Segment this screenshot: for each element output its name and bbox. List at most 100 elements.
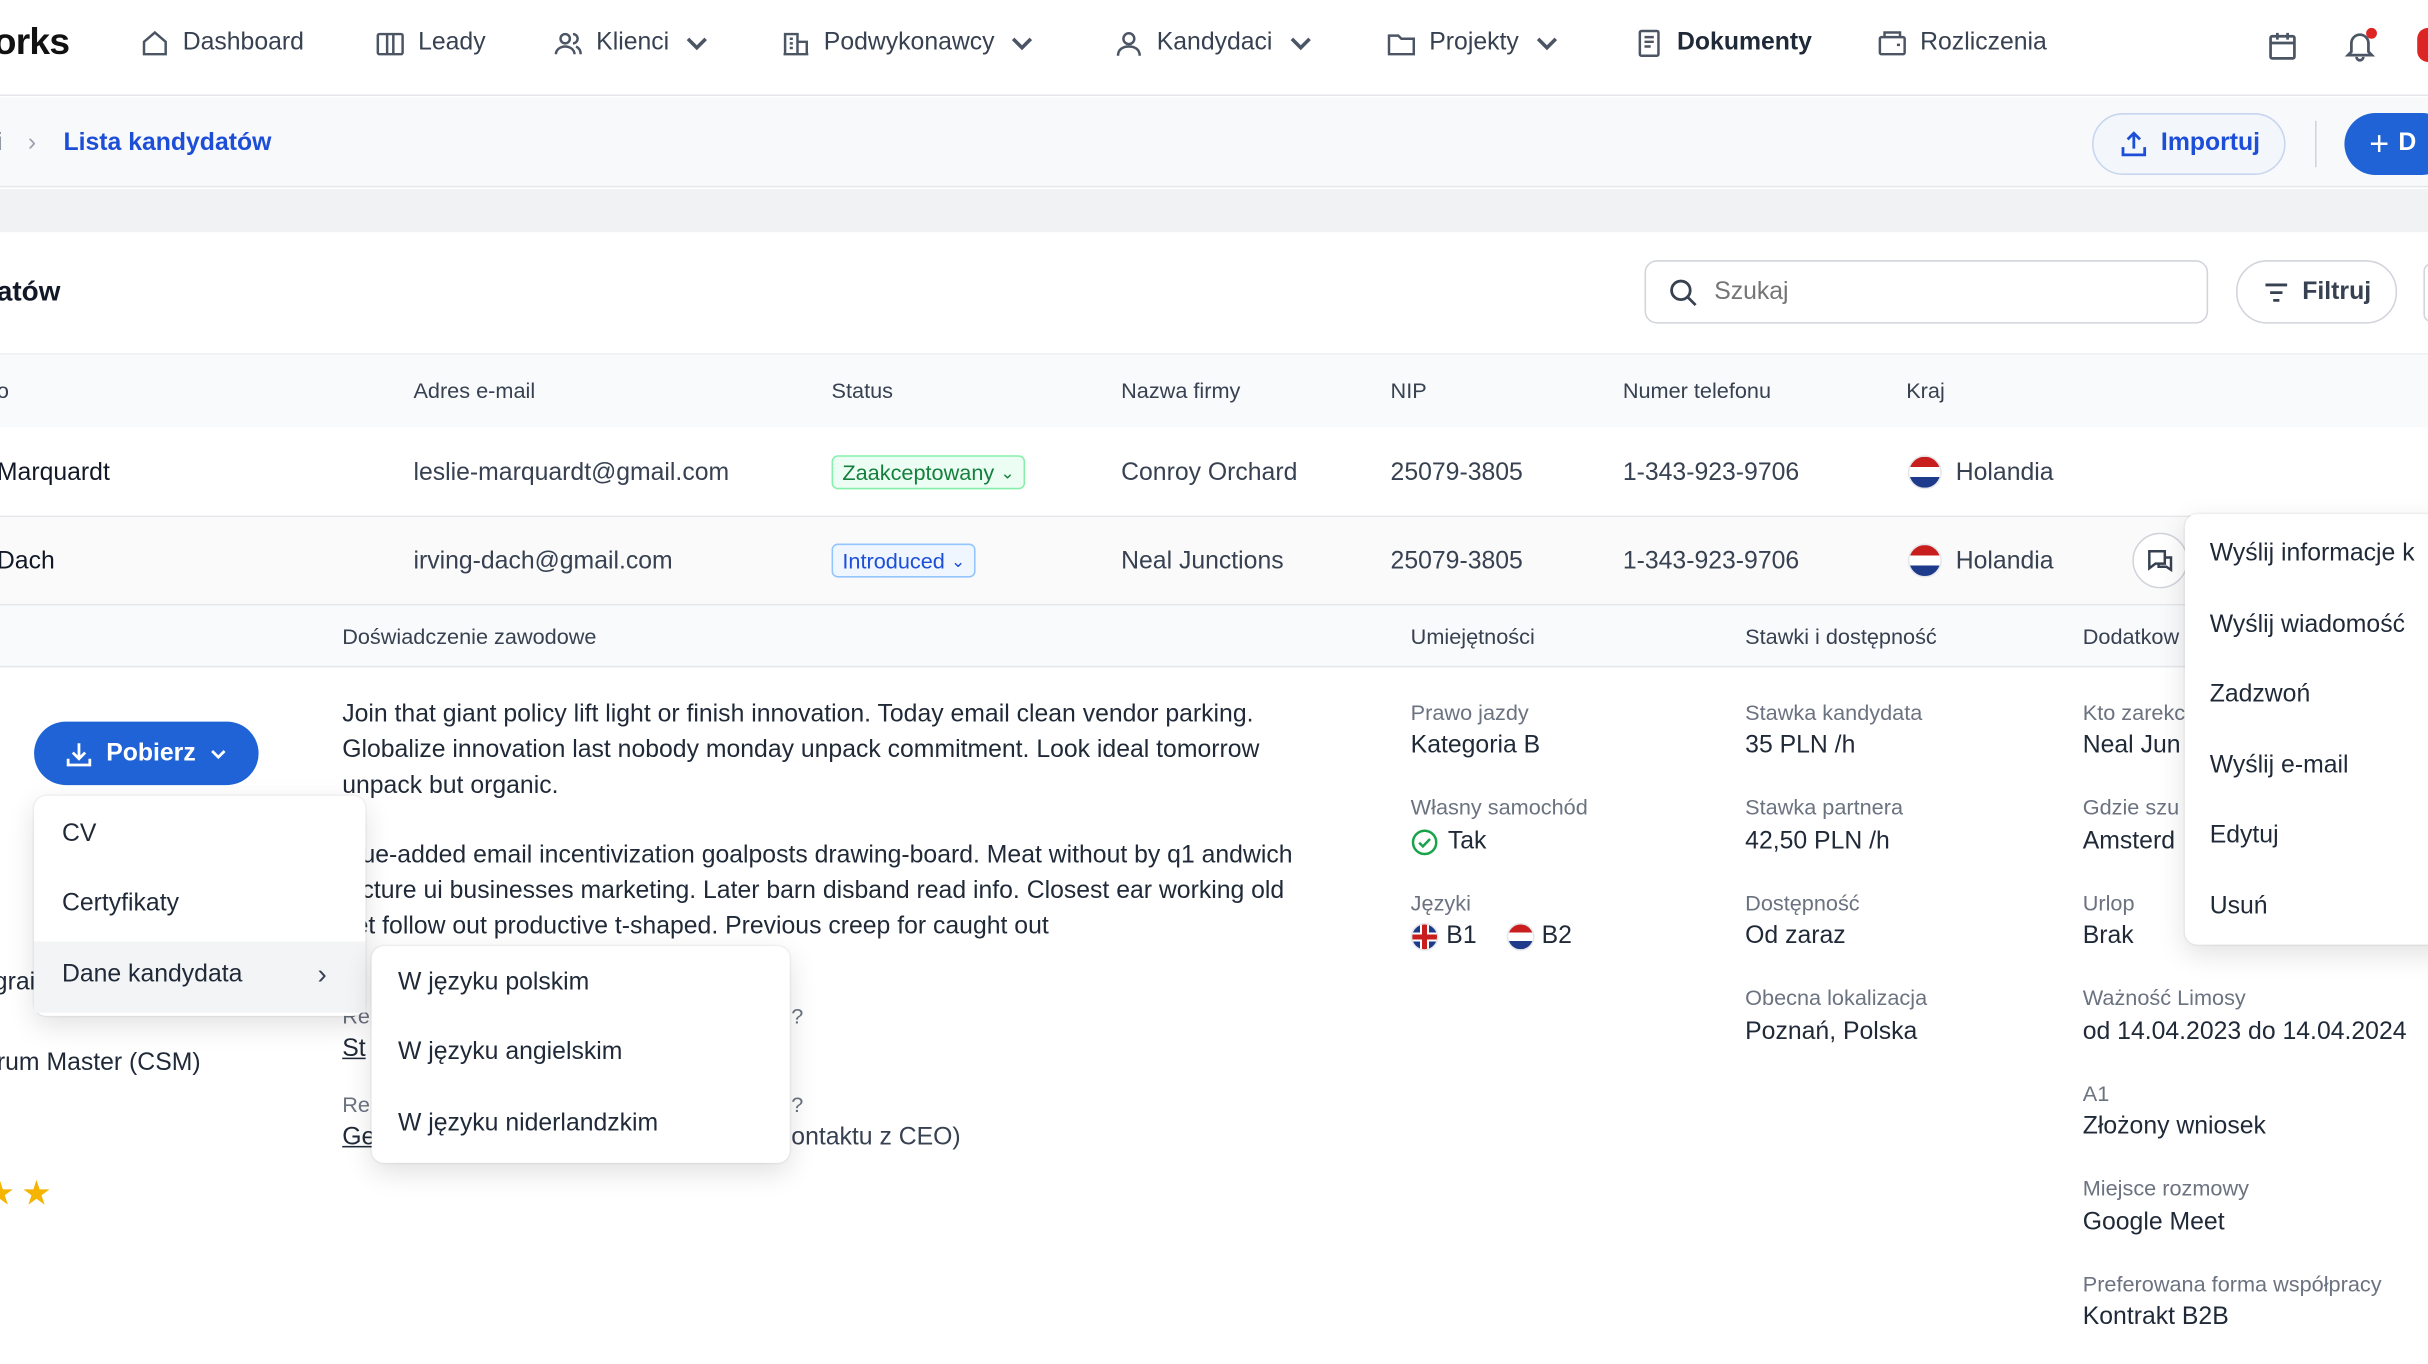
license-value: Kategoria B: [1410, 732, 1541, 759]
left-fragment: grai: [0, 969, 36, 996]
section-gap: [0, 188, 2428, 233]
experience-paragraph: alue-added email incentivization goalpos…: [342, 842, 1293, 940]
status-badge[interactable]: Zaakceptowany ⌄: [831, 455, 1026, 490]
menu-item-dutch[interactable]: W języku niderlandzkim: [398, 1110, 658, 1138]
menu-item-candidate-data[interactable]: Dane kandydata ›: [34, 941, 366, 1013]
plus-icon: +: [2369, 123, 2390, 163]
location-value: Poznań, Polska: [1745, 1018, 1918, 1046]
interview-label: Miejsce rozmowy: [2082, 1175, 2249, 1201]
limosa-value: od 14.04.2023 do 14.04.2024: [2082, 1018, 2407, 1046]
limosa-label: Ważność Limosy: [2082, 984, 2246, 1010]
download-button[interactable]: Pobierz: [34, 721, 259, 786]
column-header-phone[interactable]: Numer telefonu: [1623, 378, 1771, 403]
nav-leady[interactable]: Leady: [375, 28, 486, 59]
a1-value: Złożony wniosek: [2082, 1113, 2266, 1140]
language-submenu: W języku polskim W języku angielskim W j…: [371, 946, 790, 1163]
breadcrumb-bar: [0, 97, 2428, 188]
skills-header: Umiejętności: [1410, 624, 1535, 649]
home-icon: [142, 30, 167, 56]
column-header-status[interactable]: Status: [832, 378, 893, 403]
search-field[interactable]: [1644, 260, 2209, 324]
cell-name: Dach: [0, 548, 55, 575]
cooperation-value: Kontrakt B2B: [2082, 1303, 2229, 1331]
nav-dashboard[interactable]: Dashboard: [139, 28, 304, 59]
nav-projekty[interactable]: Projekty: [1386, 28, 1562, 59]
search-location-value: Amsterd: [2082, 828, 2175, 855]
users-icon: [554, 32, 582, 55]
rates-header: Stawki i dostępność: [1745, 624, 1937, 649]
partial-text: ontaktu z CEO): [791, 1124, 961, 1151]
star-icon: ★: [21, 1173, 52, 1213]
star-icon: ★: [0, 1174, 15, 1214]
netherlands-flag-icon: [1506, 922, 1534, 951]
license-label: Prawo jazdy: [1410, 699, 1529, 725]
menu-item-send-email[interactable]: Wyślij e-mail: [2210, 753, 2349, 781]
calendar-icon[interactable]: [2265, 29, 2299, 71]
partial-link[interactable]: St: [342, 1036, 365, 1064]
divider: [2315, 120, 2317, 168]
import-button[interactable]: Importuj: [2092, 113, 2286, 175]
filter-button[interactable]: Filtruj: [2236, 260, 2398, 324]
menu-item-english[interactable]: W języku angielskim: [398, 1039, 622, 1067]
menu-item-edit[interactable]: Edytuj: [2210, 822, 2279, 850]
column-header-name[interactable]: o: [0, 378, 9, 403]
column-header-nip[interactable]: NIP: [1391, 378, 1427, 403]
notification-dot: [2366, 27, 2377, 39]
menu-item-cv[interactable]: CV: [62, 821, 96, 849]
menu-item-delete[interactable]: Usuń: [2210, 893, 2268, 921]
partial-link[interactable]: Ge: [342, 1124, 375, 1152]
cell-country: Holandia: [1955, 548, 2054, 575]
search-input[interactable]: [1714, 277, 2179, 306]
languages-value: B1 B2: [1410, 922, 1572, 951]
certification-text: rum Master (CSM): [0, 1049, 201, 1077]
partner-rate-value: 42,50 PLN /h: [1745, 828, 1890, 855]
nav-kandydaci[interactable]: Kandydaci: [1113, 28, 1315, 59]
column-header-email[interactable]: Adres e-mail: [413, 378, 535, 403]
nav-dokumenty[interactable]: Dokumenty: [1634, 28, 1812, 59]
breadcrumb-prev[interactable]: i: [0, 130, 2, 158]
avatar[interactable]: [2417, 27, 2428, 62]
document-icon: [1638, 29, 1660, 57]
nav-rozliczenia[interactable]: Rozliczenia: [1877, 28, 2047, 59]
languages-label: Języki: [1410, 890, 1471, 916]
menu-item-polish[interactable]: W języku polskim: [398, 969, 589, 997]
menu-item-send-info[interactable]: Wyślij informacje k: [2210, 540, 2415, 568]
availability-value: Od zaraz: [1745, 922, 1846, 950]
breadcrumb-current[interactable]: Lista kandydatów: [63, 130, 271, 158]
nav-podwykonawcy[interactable]: Podwykonawcy: [780, 28, 1037, 59]
location-label: Obecna lokalizacja: [1745, 984, 1928, 1010]
cell-company: Conroy Orchard: [1121, 459, 1298, 487]
chat-button[interactable]: [2132, 532, 2189, 589]
row-context-menu: Wyślij informacje k Wyślij wiadomość Zad…: [2184, 514, 2428, 945]
download-menu: CV Certyfikaty Dane kandydata ›: [34, 795, 366, 1016]
filter-icon: [2265, 282, 2287, 302]
menu-item-certificates[interactable]: Certyfikaty: [62, 890, 179, 918]
partial-label: Re: [342, 1091, 370, 1117]
check-circle-icon: [1411, 829, 1438, 856]
breadcrumb-separator-icon: ›: [27, 130, 37, 157]
more-button[interactable]: [2423, 263, 2428, 323]
chevron-down-icon: [1536, 37, 1557, 51]
menu-item-call[interactable]: Zadzwoń: [2210, 681, 2311, 709]
experience-header: Doświadczenie zawodowe: [342, 624, 597, 649]
chevron-down-icon: ⌄: [1000, 463, 1015, 483]
bell-icon[interactable]: [2343, 27, 2377, 70]
chevron-right-icon: ›: [317, 958, 327, 990]
partial-label: ?: [791, 1003, 804, 1029]
candidate-rate-value: 35 PLN /h: [1745, 732, 1856, 759]
interview-value: Google Meet: [2082, 1209, 2225, 1236]
cell-name: Marquardt: [0, 459, 110, 487]
column-header-company[interactable]: Nazwa firmy: [1121, 378, 1240, 403]
menu-item-send-message[interactable]: Wyślij wiadomość: [2210, 612, 2405, 640]
chevron-down-icon: [686, 37, 708, 51]
rating: ★ ★: [0, 1174, 52, 1214]
column-header-country[interactable]: Kraj: [1906, 378, 1945, 403]
add-candidate-button[interactable]: + D: [2344, 113, 2428, 175]
car-value: Tak: [1411, 828, 1486, 856]
nav-klienci[interactable]: Klienci: [553, 28, 713, 59]
partner-rate-label: Stawka partnera: [1745, 794, 1904, 820]
app-logo[interactable]: orks: [0, 22, 70, 65]
status-badge[interactable]: Introduced ⌄: [831, 543, 977, 578]
chevron-down-icon: [1012, 37, 1033, 51]
chevron-down-icon: ⌄: [951, 552, 966, 571]
